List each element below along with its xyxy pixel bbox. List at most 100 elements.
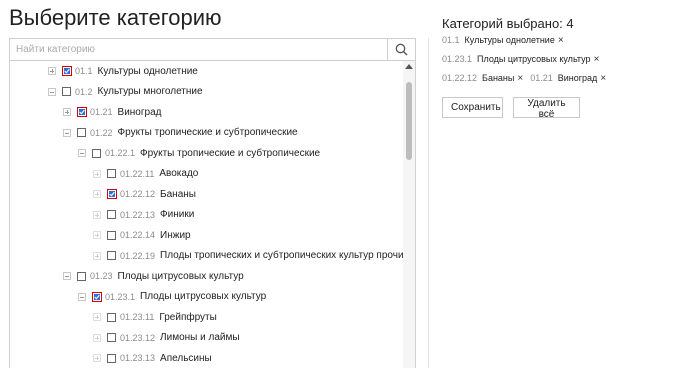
tag-code: 01.21 [530,73,553,83]
expand-icon[interactable] [93,313,101,321]
collapse-icon[interactable] [63,272,71,280]
tree-row[interactable]: 01.22.11 Авокадо [93,165,198,183]
category-checkbox[interactable] [77,107,87,117]
category-name: Фрукты тропические и субтропические [117,127,298,138]
tree-row[interactable]: 01.21 Виноград [63,103,161,121]
category-code: 01.22.1 [105,148,136,158]
remove-tag-icon[interactable]: × [600,73,606,84]
tree-row[interactable]: 01.23.1 Плоды цитрусовых культур [78,288,266,306]
category-checkbox[interactable] [77,128,86,137]
category-name: Инжир [160,229,191,241]
selected-count: Категорий выбрано: 4 [442,16,574,31]
category-code: 01.23.11 [120,312,155,322]
search-input[interactable] [10,39,388,60]
tag-name: Культуры однолетние [464,35,555,45]
tree-scrollbar[interactable] [403,61,415,368]
checkmark-icon [64,68,70,74]
tree-row[interactable]: 01.23 Плоды цитрусовых культур [63,267,244,285]
category-code: 01.23 [90,271,113,281]
delete-all-button[interactable]: Удалить всё [513,97,580,120]
category-code: 01.23.12 [120,332,156,343]
expand-icon[interactable] [93,169,101,178]
category-checkbox[interactable] [107,251,116,260]
category-name: Бананы [160,188,196,200]
tree-row[interactable]: 01.22.12 Бананы [93,185,196,203]
category-name: Авокадо [159,168,199,179]
tree-row[interactable]: 01.23.13 Апельсины [93,349,212,367]
collapse-icon[interactable] [63,128,71,137]
tree-row[interactable]: 01.22 Фрукты тропические и субтропические [63,124,298,142]
category-name: Виноград [117,106,162,118]
category-name: Апельсины [160,352,212,364]
category-checkbox[interactable] [107,312,116,322]
category-name: Финики [160,209,195,220]
category-code: 01.23.13 [120,353,156,363]
category-name: Фрукты тропические и субтропические [140,147,321,159]
category-name: Лимоны и лаймы [160,332,240,343]
expand-icon[interactable] [93,251,101,260]
expand-icon[interactable] [93,190,101,198]
category-code: 01.1 [75,66,93,76]
selected-tag: 01.23.1 Плоды цитрусовых культур × [442,50,599,69]
category-name: Культуры однолетние [97,65,198,77]
selected-tag: 01.21 Виноград × [530,69,606,88]
category-checkbox[interactable] [107,189,117,199]
expand-icon[interactable] [63,108,71,116]
search-box [9,38,416,61]
tree-row[interactable]: 01.1 Культуры однолетние [48,62,198,80]
remove-tag-icon[interactable]: × [558,35,564,46]
category-name: Грейпфруты [159,311,217,323]
category-code: 01.22.14 [120,230,156,240]
selected-tags: 01.1 Культуры однолетние ×01.23.1 Плоды цит… [442,31,694,88]
category-checkbox[interactable] [107,210,116,219]
category-checkbox[interactable] [92,148,101,158]
category-code: 01.21 [90,107,113,117]
collapse-icon[interactable] [78,292,86,301]
scroll-up-arrow-icon[interactable] [405,64,413,69]
tag-name: Виноград [557,73,598,83]
category-code: 01.2 [75,86,93,97]
tree-row[interactable]: 01.22.19 Плоды тропических и субтропическ… [93,247,409,265]
category-checkbox[interactable] [107,333,116,342]
remove-tag-icon[interactable]: × [594,54,600,65]
category-name: Плоды тропических и субтропических культ… [160,250,410,261]
collapse-icon[interactable] [48,87,56,96]
tree-row[interactable]: 01.22.1 Фрукты тропические и субтропическ… [78,144,320,162]
category-tree: 01.1 Культуры однолетние 01.2 Культуры мног… [9,61,416,368]
tree-row[interactable]: 01.23.12 Лимоны и лаймы [93,329,240,347]
category-code: 01.22.12 [120,189,156,199]
page-title: Выберите категорию [9,5,222,30]
category-checkbox[interactable] [62,66,72,76]
expand-icon[interactable] [93,231,101,239]
tree-row[interactable]: 01.23.11 Грейпфруты [93,308,217,326]
expand-icon[interactable] [93,210,101,219]
collapse-icon[interactable] [78,149,86,157]
tree-row[interactable]: 01.2 Культуры многолетние [48,83,203,101]
tag-code: 01.22.12 [442,73,478,83]
scroll-thumb[interactable] [406,82,412,160]
tag-code: 01.1 [442,35,460,45]
expand-icon[interactable] [48,67,56,75]
category-code: 01.22 [90,127,113,138]
category-checkbox[interactable] [107,353,116,363]
panel-divider [428,38,429,368]
search-button[interactable] [387,39,415,60]
save-button[interactable]: Сохранить [442,97,503,118]
tree-row[interactable]: 01.22.14 Инжир [93,226,191,244]
category-checkbox[interactable] [92,291,102,302]
remove-tag-icon[interactable]: × [517,73,523,84]
search-icon [395,43,408,56]
tag-name: Бананы [482,73,515,83]
category-checkbox[interactable] [62,87,71,96]
expand-icon[interactable] [93,354,101,362]
category-checkbox[interactable] [107,169,116,178]
tree-row[interactable]: 01.22.13 Финики [93,206,194,224]
expand-icon[interactable] [93,333,101,342]
category-code: 01.22.11 [120,168,155,179]
category-name: Плоды цитрусовых культур [140,291,267,302]
category-checkbox[interactable] [107,230,116,240]
tag-name: Плоды цитрусовых культур [477,54,591,64]
category-checkbox[interactable] [77,271,86,281]
checkmark-icon [94,294,100,300]
tag-code: 01.23.1 [442,54,473,64]
